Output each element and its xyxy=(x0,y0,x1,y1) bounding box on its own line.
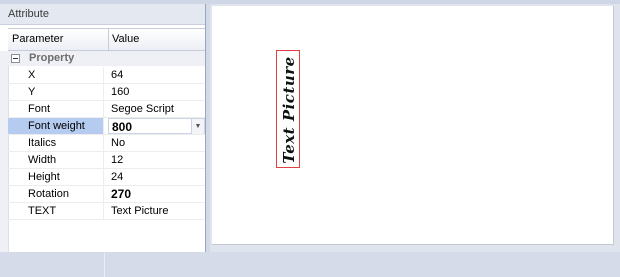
property-value[interactable]: 800 xyxy=(112,120,132,134)
property-row-height[interactable]: Height 24 xyxy=(8,169,205,186)
property-row-font[interactable]: Font Segoe Script xyxy=(8,101,205,118)
column-header-parameter[interactable]: Parameter xyxy=(8,29,109,50)
property-value[interactable]: 12 xyxy=(108,152,205,168)
property-value[interactable]: 24 xyxy=(108,169,205,185)
property-value[interactable]: 64 xyxy=(108,67,205,83)
design-canvas[interactable]: Text Picture xyxy=(212,6,614,245)
panel-title: Attribute xyxy=(0,4,205,25)
property-row-rotation[interactable]: Rotation 270 xyxy=(8,186,205,203)
property-value[interactable]: 160 xyxy=(108,84,205,100)
property-row-text[interactable]: TEXT Text Picture xyxy=(8,203,205,220)
attribute-panel: Attribute Parameter Value Property X 64 … xyxy=(0,4,206,277)
property-grid: Parameter Value Property X 64 Y 160 Font… xyxy=(0,28,205,277)
property-name: Font weight xyxy=(8,118,104,134)
property-name: TEXT xyxy=(8,203,104,219)
category-row-property[interactable]: Property xyxy=(0,51,205,66)
property-value[interactable]: 270 xyxy=(108,186,205,202)
text-picture-label: Text Picture xyxy=(280,56,298,164)
column-divider xyxy=(104,253,105,277)
property-name: Italics xyxy=(8,135,104,151)
design-area: Text Picture xyxy=(210,4,620,252)
property-name: Font xyxy=(8,101,104,117)
property-row-italics[interactable]: Italics No xyxy=(8,135,205,152)
property-value[interactable]: Text Picture xyxy=(108,203,205,219)
property-value-dropdown[interactable]: 800 ▼ xyxy=(108,118,205,134)
grid-header: Parameter Value xyxy=(8,28,205,51)
property-name: Y xyxy=(8,84,104,100)
property-row-font-weight[interactable]: Font weight 800 ▼ xyxy=(8,118,205,135)
property-row-x[interactable]: X 64 xyxy=(8,67,205,84)
column-header-value[interactable]: Value xyxy=(108,29,204,50)
text-picture-element[interactable]: Text Picture xyxy=(276,50,300,168)
property-row-y[interactable]: Y 160 xyxy=(8,84,205,101)
property-name: Width xyxy=(8,152,104,168)
property-value[interactable]: No xyxy=(108,135,205,151)
property-row-width[interactable]: Width 12 xyxy=(8,152,205,169)
property-name: Height xyxy=(8,169,104,185)
category-label: Property xyxy=(29,52,75,64)
collapse-minus-icon[interactable] xyxy=(11,54,20,63)
property-value[interactable]: Segoe Script xyxy=(108,101,205,117)
property-name: Rotation xyxy=(8,186,104,202)
property-name: X xyxy=(8,67,104,83)
property-rows: X 64 Y 160 Font Segoe Script Font weight… xyxy=(8,67,205,220)
chevron-down-icon[interactable]: ▼ xyxy=(191,119,204,134)
